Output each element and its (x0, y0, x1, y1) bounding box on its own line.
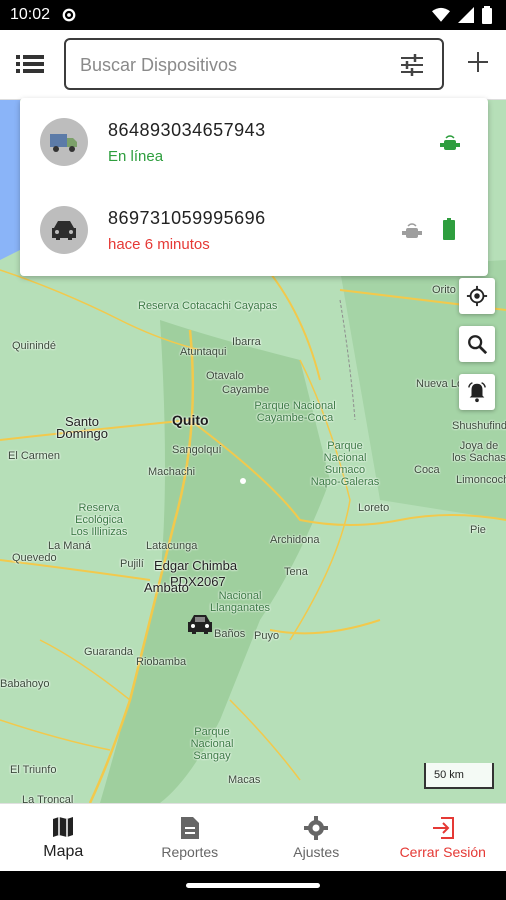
bottom-navigation: Mapa Reportes Ajustes Cerrar Sesión (0, 803, 506, 871)
map-label: Parque Nacional Cayambe-Coca (254, 400, 336, 424)
map-label: Parque Nacional Sangay (190, 726, 234, 762)
map-label: Reserva Ecológica Los Illinizas (70, 502, 128, 538)
map-label: El Triunfo (10, 764, 57, 776)
map-label: Ibarra (232, 336, 261, 348)
map-icon (53, 816, 74, 837)
alarm-button[interactable] (459, 374, 495, 410)
map-label: Baños (214, 628, 246, 640)
map-label: Ambato (144, 580, 189, 595)
status-icons (432, 6, 492, 24)
device-row[interactable]: 864893034657943 En línea (20, 98, 488, 186)
filter-icon[interactable] (400, 54, 424, 76)
nav-label: Mapa (43, 842, 84, 860)
map-label: Joya de los Sachas (452, 440, 506, 464)
add-icon[interactable] (466, 50, 490, 74)
gesture-area (0, 871, 506, 900)
map-label: Macas (228, 774, 261, 786)
map-label: Loreto (358, 502, 390, 514)
device-row[interactable]: 869731059995696 hace 6 minutos (20, 186, 488, 274)
signal-icon (458, 7, 474, 23)
app-bar (0, 30, 506, 100)
online-signal-icon (440, 135, 460, 150)
nav-item-mapa[interactable]: Mapa (0, 804, 127, 871)
map-label: Quito (172, 412, 209, 428)
gear-icon (62, 8, 76, 22)
offline-signal-icon (402, 223, 422, 238)
battery-icon (482, 6, 492, 24)
device-avatar (40, 206, 88, 254)
nav-item-ajustes[interactable]: Ajustes (253, 804, 380, 871)
nav-label: Ajustes (293, 843, 340, 860)
map-label: Guaranda (84, 646, 133, 658)
search-icon (468, 335, 488, 355)
status-bar: 10:02 (0, 0, 506, 30)
map-dot (240, 478, 246, 484)
device-name: 869731059995696 (108, 208, 266, 228)
map-label: Tena (284, 566, 308, 578)
logout-icon (432, 816, 454, 839)
map-label: Latacunga (146, 540, 198, 552)
device-status: hace 6 minutos (108, 236, 210, 253)
wifi-icon (432, 7, 450, 22)
map-label: Parque Nacional Sumaco Napo-Galeras (310, 440, 380, 488)
device-status: En línea (108, 148, 164, 165)
report-icon (180, 816, 199, 839)
map-label: Machachi (148, 466, 196, 478)
car-icon (52, 221, 76, 240)
map-label-edgar: Edgar Chimba (154, 558, 238, 573)
status-time: 10:02 (10, 6, 51, 23)
map-label: La Maná (48, 540, 91, 552)
map-label: Shushufindi (452, 420, 506, 432)
map-label: Puyo (254, 630, 280, 642)
map-scale: 50 km (424, 763, 494, 789)
nav-label: Cerrar Sesión (399, 843, 486, 860)
device-list-card: 864893034657943 En línea 869731059995696… (20, 98, 488, 276)
map-label: Quevedo (12, 552, 57, 564)
settings-icon (304, 815, 329, 840)
battery-full-icon (443, 218, 455, 240)
nav-item-cerrar-sesion[interactable]: Cerrar Sesión (380, 804, 506, 871)
map-search-button[interactable] (459, 326, 495, 362)
my-location-icon (466, 285, 488, 307)
map-label: Riobamba (136, 656, 187, 668)
map-label: Nueva Lo (416, 378, 464, 390)
map-label: Pie (470, 524, 486, 536)
search-input[interactable] (80, 52, 380, 78)
map-label: La Troncal (22, 794, 74, 803)
map-label: Quinindé (12, 340, 57, 352)
map-label: El Carmen (8, 450, 60, 462)
truck-icon (50, 134, 77, 152)
map-label: Santo Domingo (55, 414, 109, 441)
gesture-bar[interactable] (186, 883, 320, 888)
alarm-icon (468, 382, 486, 403)
map-label: Reserva Cotacachi Cayapas (138, 300, 278, 312)
map-label: Orito (432, 284, 456, 296)
map-label: Coca (414, 464, 440, 476)
map-label: Cayambe (222, 384, 270, 396)
my-location-button[interactable] (459, 278, 495, 314)
map-label: Pujilí (120, 558, 144, 570)
map-label: Sangolquí (172, 444, 222, 456)
device-name: 864893034657943 (108, 120, 266, 140)
map-label: Archidona (270, 534, 320, 546)
device-avatar (40, 118, 88, 166)
search-box[interactable] (64, 38, 444, 90)
map-label: Atuntaqui (180, 346, 227, 358)
list-icon[interactable] (16, 52, 44, 76)
map-label: Babahoyo (0, 678, 50, 690)
nav-item-reportes[interactable]: Reportes (127, 804, 254, 871)
map-label: Nacional Llanganates (210, 590, 270, 614)
car-marker-icon[interactable] (186, 612, 214, 636)
map-label: Limoncocha (456, 474, 506, 486)
nav-label: Reportes (161, 843, 219, 860)
map-label: Otavalo (206, 370, 244, 382)
